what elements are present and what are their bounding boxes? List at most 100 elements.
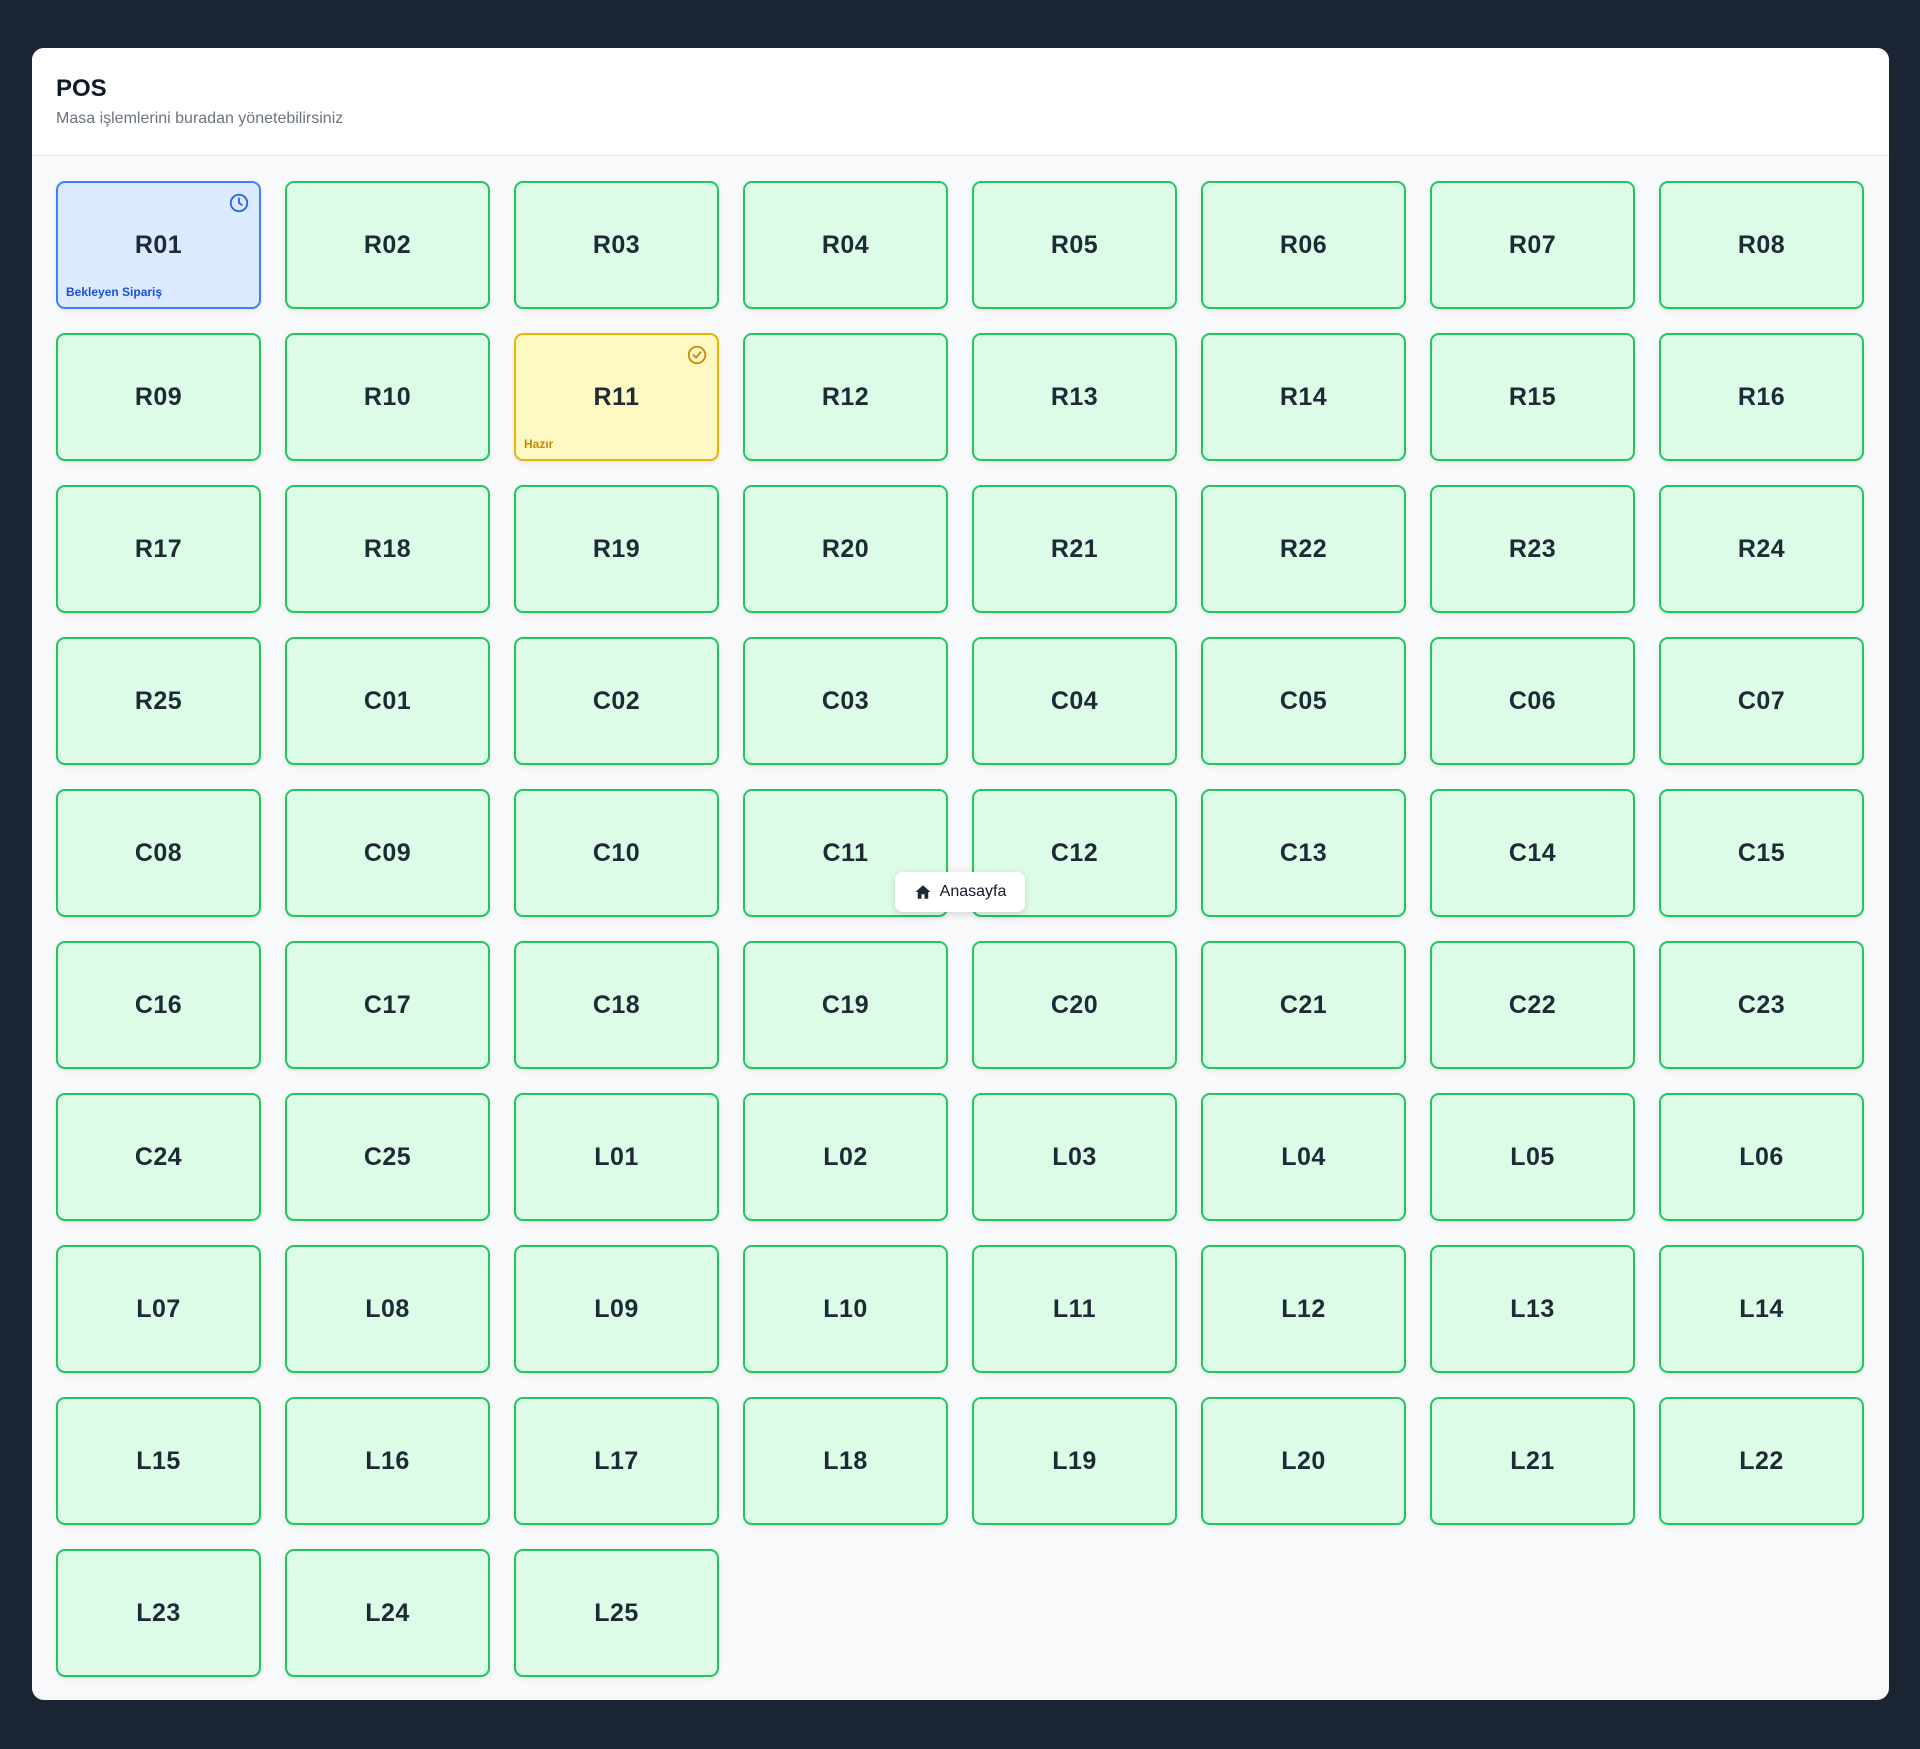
table-card-c22[interactable]: C22 <box>1430 941 1635 1069</box>
table-name: L19 <box>1052 1446 1097 1475</box>
home-button[interactable]: Anasayfa <box>895 872 1025 912</box>
table-name: R24 <box>1737 534 1786 563</box>
table-card-r06[interactable]: R06 <box>1201 181 1406 309</box>
table-card-c03[interactable]: C03 <box>743 637 948 765</box>
table-name: L17 <box>594 1446 639 1475</box>
table-card-c15[interactable]: C15 <box>1659 789 1864 917</box>
table-name: L12 <box>1281 1294 1326 1323</box>
table-card-r21[interactable]: R21 <box>972 485 1177 613</box>
table-card-r01[interactable]: R01 Bekleyen Sipariş <box>56 181 261 309</box>
table-card-r11[interactable]: R11 Hazır <box>514 333 719 461</box>
table-name: C21 <box>1279 990 1328 1019</box>
table-name: R15 <box>1508 382 1557 411</box>
table-card-r04[interactable]: R04 <box>743 181 948 309</box>
table-name: L05 <box>1510 1142 1555 1171</box>
table-card-r20[interactable]: R20 <box>743 485 948 613</box>
table-card-c14[interactable]: C14 <box>1430 789 1635 917</box>
table-name: R22 <box>1279 534 1328 563</box>
table-name: R03 <box>592 230 641 259</box>
table-card-c16[interactable]: C16 <box>56 941 261 1069</box>
table-name: C17 <box>363 990 412 1019</box>
table-card-r22[interactable]: R22 <box>1201 485 1406 613</box>
table-card-r13[interactable]: R13 <box>972 333 1177 461</box>
table-card-l25[interactable]: L25 <box>514 1549 719 1677</box>
table-card-r23[interactable]: R23 <box>1430 485 1635 613</box>
table-card-c04[interactable]: C04 <box>972 637 1177 765</box>
table-card-l12[interactable]: L12 <box>1201 1245 1406 1373</box>
table-name: C04 <box>1050 686 1099 715</box>
table-name: L22 <box>1739 1446 1784 1475</box>
table-name: R25 <box>134 686 183 715</box>
table-card-l18[interactable]: L18 <box>743 1397 948 1525</box>
table-card-r15[interactable]: R15 <box>1430 333 1635 461</box>
table-card-r08[interactable]: R08 <box>1659 181 1864 309</box>
table-card-r07[interactable]: R07 <box>1430 181 1635 309</box>
table-card-l23[interactable]: L23 <box>56 1549 261 1677</box>
table-card-r18[interactable]: R18 <box>285 485 490 613</box>
table-card-l21[interactable]: L21 <box>1430 1397 1635 1525</box>
table-card-r03[interactable]: R03 <box>514 181 719 309</box>
table-card-l13[interactable]: L13 <box>1430 1245 1635 1373</box>
table-card-c13[interactable]: C13 <box>1201 789 1406 917</box>
table-card-r09[interactable]: R09 <box>56 333 261 461</box>
table-card-l17[interactable]: L17 <box>514 1397 719 1525</box>
table-name: C24 <box>134 1142 183 1171</box>
table-card-c19[interactable]: C19 <box>743 941 948 1069</box>
table-card-c07[interactable]: C07 <box>1659 637 1864 765</box>
table-card-r02[interactable]: R02 <box>285 181 490 309</box>
table-card-c18[interactable]: C18 <box>514 941 719 1069</box>
table-card-l15[interactable]: L15 <box>56 1397 261 1525</box>
table-card-c08[interactable]: C08 <box>56 789 261 917</box>
table-card-l09[interactable]: L09 <box>514 1245 719 1373</box>
table-card-c21[interactable]: C21 <box>1201 941 1406 1069</box>
table-card-r24[interactable]: R24 <box>1659 485 1864 613</box>
table-card-c02[interactable]: C02 <box>514 637 719 765</box>
table-card-r19[interactable]: R19 <box>514 485 719 613</box>
table-name: R18 <box>363 534 412 563</box>
table-card-r25[interactable]: R25 <box>56 637 261 765</box>
table-name: C20 <box>1050 990 1099 1019</box>
table-card-l22[interactable]: L22 <box>1659 1397 1864 1525</box>
table-card-l03[interactable]: L03 <box>972 1093 1177 1221</box>
table-name: C07 <box>1737 686 1786 715</box>
table-card-l19[interactable]: L19 <box>972 1397 1177 1525</box>
table-card-l07[interactable]: L07 <box>56 1245 261 1373</box>
table-card-l11[interactable]: L11 <box>972 1245 1177 1373</box>
table-card-l10[interactable]: L10 <box>743 1245 948 1373</box>
table-card-r12[interactable]: R12 <box>743 333 948 461</box>
table-card-l01[interactable]: L01 <box>514 1093 719 1221</box>
table-card-l14[interactable]: L14 <box>1659 1245 1864 1373</box>
table-card-c01[interactable]: C01 <box>285 637 490 765</box>
table-card-l24[interactable]: L24 <box>285 1549 490 1677</box>
table-card-l06[interactable]: L06 <box>1659 1093 1864 1221</box>
table-card-r10[interactable]: R10 <box>285 333 490 461</box>
table-card-c09[interactable]: C09 <box>285 789 490 917</box>
table-name: R01 <box>134 230 183 259</box>
table-card-c23[interactable]: C23 <box>1659 941 1864 1069</box>
table-card-r16[interactable]: R16 <box>1659 333 1864 461</box>
table-card-l08[interactable]: L08 <box>285 1245 490 1373</box>
table-card-r17[interactable]: R17 <box>56 485 261 613</box>
table-card-l04[interactable]: L04 <box>1201 1093 1406 1221</box>
table-name: C23 <box>1737 990 1786 1019</box>
table-card-l05[interactable]: L05 <box>1430 1093 1635 1221</box>
table-card-l16[interactable]: L16 <box>285 1397 490 1525</box>
table-card-r14[interactable]: R14 <box>1201 333 1406 461</box>
table-card-c24[interactable]: C24 <box>56 1093 261 1221</box>
table-card-c06[interactable]: C06 <box>1430 637 1635 765</box>
table-card-c10[interactable]: C10 <box>514 789 719 917</box>
table-name: L08 <box>365 1294 410 1323</box>
table-name: L02 <box>823 1142 868 1171</box>
table-card-c17[interactable]: C17 <box>285 941 490 1069</box>
table-card-l02[interactable]: L02 <box>743 1093 948 1221</box>
table-name: L16 <box>365 1446 410 1475</box>
table-card-r05[interactable]: R05 <box>972 181 1177 309</box>
table-name: C14 <box>1508 838 1557 867</box>
table-card-c05[interactable]: C05 <box>1201 637 1406 765</box>
table-card-l20[interactable]: L20 <box>1201 1397 1406 1525</box>
table-card-c20[interactable]: C20 <box>972 941 1177 1069</box>
page-title: POS <box>56 75 107 102</box>
table-card-c25[interactable]: C25 <box>285 1093 490 1221</box>
table-status-label: Bekleyen Sipariş <box>66 285 163 299</box>
table-name: R17 <box>134 534 183 563</box>
